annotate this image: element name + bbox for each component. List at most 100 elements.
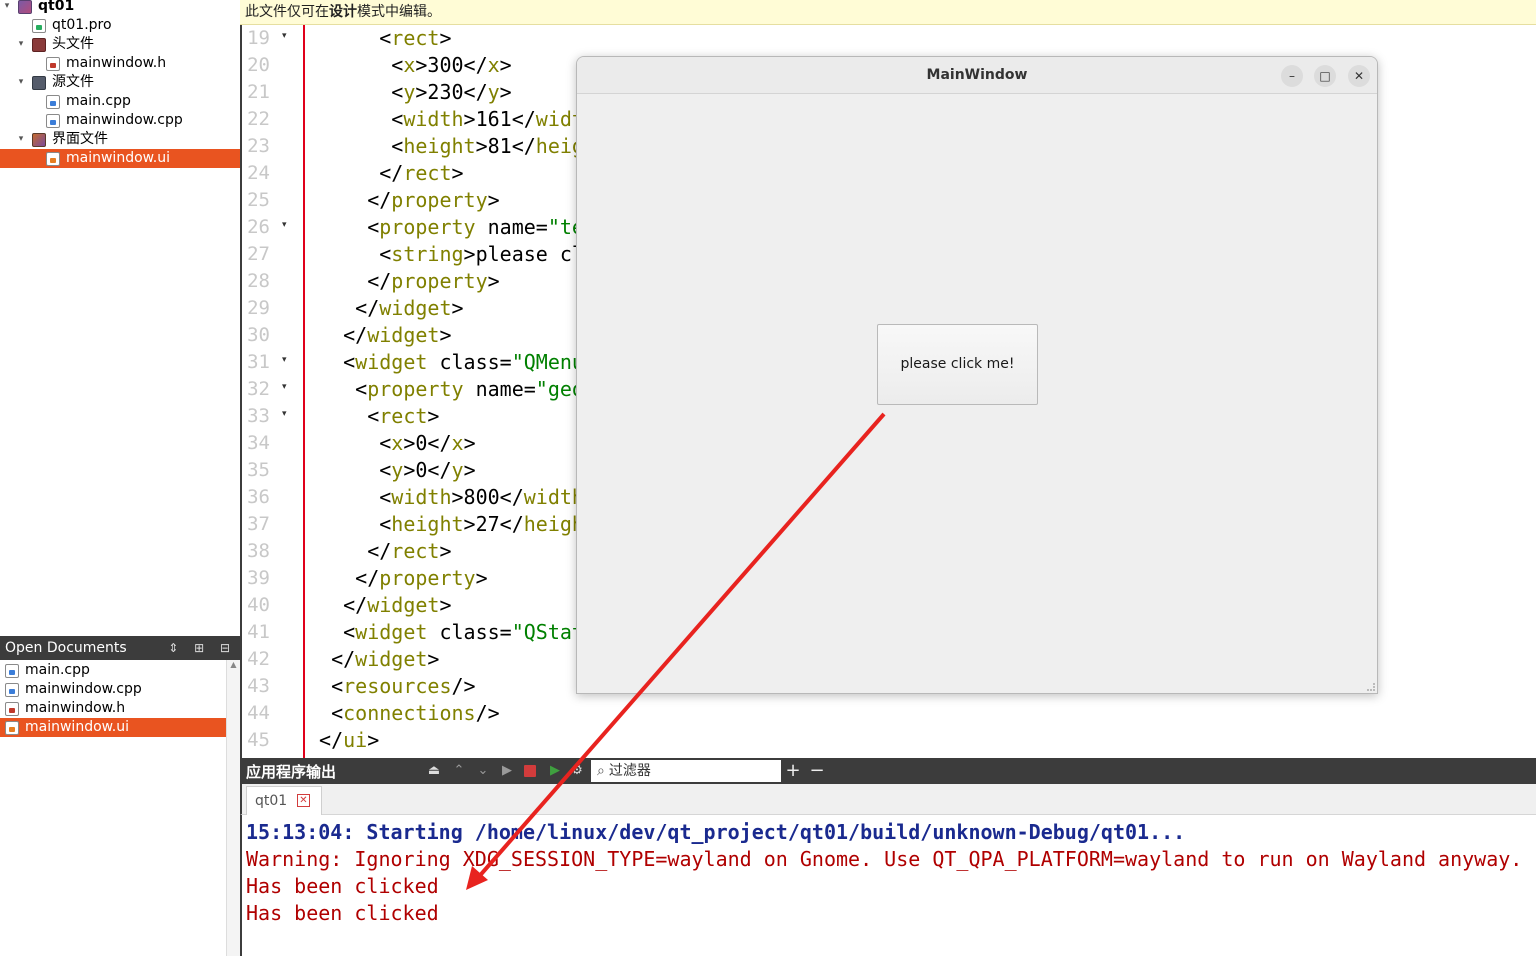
tree-item[interactable]: mainwindow.h	[0, 54, 240, 73]
expand-arrow-icon[interactable]: ▾	[16, 35, 26, 54]
tree-item[interactable]: ▾ 源文件	[0, 73, 240, 92]
minimize-button[interactable]: –	[1281, 65, 1303, 87]
open-document-item[interactable]: mainwindow.ui	[0, 718, 226, 737]
next-icon[interactable]: ⌄	[474, 762, 492, 780]
code-text: >	[367, 728, 380, 752]
code-line[interactable]: <y>0</y>	[307, 457, 475, 484]
code-text: class=	[427, 620, 512, 644]
code-line[interactable]: </rect>	[307, 160, 463, 187]
fold-arrow-icon[interactable]: ▾	[282, 382, 287, 392]
code-line[interactable]: <x>0</x>	[307, 430, 475, 457]
code-text: <	[307, 350, 356, 374]
code-line[interactable]: <y>230</y>	[307, 79, 511, 106]
fold-arrow-icon[interactable]: ▾	[282, 31, 287, 41]
code-line[interactable]: <x>300</x>	[307, 52, 511, 79]
cpp-file-icon	[46, 114, 60, 128]
fold-arrow-icon[interactable]: ▾	[282, 220, 287, 230]
open-documents-title: Open Documents	[5, 640, 127, 656]
code-line[interactable]: <width>800</width>	[307, 484, 596, 511]
main-window[interactable]: MainWindow – □ ✕ please click me!	[576, 56, 1378, 694]
tree-item[interactable]: mainwindow.cpp	[0, 111, 240, 130]
previous-icon[interactable]: ⌃	[450, 762, 468, 780]
code-line[interactable]: </rect>	[307, 538, 451, 565]
xml-tag-name: widget	[367, 593, 440, 617]
close-button[interactable]: ✕	[1348, 65, 1370, 87]
tree-item[interactable]: ▾ qt01	[0, 0, 240, 16]
open-documents-header: Open Documents ⇕ ⊞ ⊟	[0, 636, 240, 660]
output-filter-input[interactable]: ⌕ 过滤器	[591, 760, 781, 782]
code-text: <	[307, 458, 392, 482]
filter-placeholder: 过滤器	[608, 763, 651, 779]
code-line[interactable]: </property>	[307, 187, 499, 214]
please-click-me-button[interactable]: please click me!	[877, 324, 1038, 405]
expand-arrow-icon[interactable]: ▾	[16, 130, 26, 149]
code-text: </	[307, 323, 368, 347]
scroll-up-arrow-icon[interactable]: ▲	[227, 660, 240, 672]
run-icon[interactable]: ▶	[498, 762, 516, 780]
code-line[interactable]: <connections/>	[307, 700, 500, 727]
code-line[interactable]: <resources/>	[307, 673, 476, 700]
code-line[interactable]: </widget>	[307, 646, 439, 673]
code-text: >300</	[415, 53, 488, 77]
tree-item[interactable]: main.cpp	[0, 92, 240, 111]
output-message-line: Has been clicked	[246, 901, 439, 925]
code-line[interactable]: <rect>	[307, 403, 439, 430]
code-text: >800</	[451, 485, 524, 509]
code-line[interactable]: <rect>	[307, 25, 451, 52]
code-text: >161</	[463, 107, 536, 131]
line-number: 23	[247, 135, 270, 157]
open-document-item[interactable]: main.cpp	[0, 661, 226, 680]
open-document-item[interactable]: mainwindow.cpp	[0, 680, 226, 699]
code-line[interactable]: <width>161</width>	[307, 106, 608, 133]
tree-item[interactable]: ▾ 头文件	[0, 35, 240, 54]
line-number: 35	[247, 459, 270, 481]
xml-tag-name: width	[403, 107, 464, 131]
xml-tag-name: ui	[343, 728, 368, 752]
line-number: 27	[247, 243, 270, 265]
close-tab-icon[interactable]: ✕	[297, 794, 310, 807]
code-line[interactable]: </widget>	[307, 295, 463, 322]
code-line[interactable]: </widget>	[307, 322, 451, 349]
fold-arrow-icon[interactable]: ▾	[282, 409, 287, 419]
tree-item[interactable]: mainwindow.ui	[0, 149, 240, 168]
zoom-out-button[interactable]: −	[808, 762, 826, 780]
open-document-item[interactable]: mainwindow.h	[0, 699, 226, 718]
open-documents-header-icons[interactable]: ⇕ ⊞ ⊟	[168, 636, 236, 660]
expand-arrow-icon[interactable]: ▾	[2, 0, 12, 16]
xml-tag-name: y	[403, 80, 416, 104]
xml-tag-name: y	[487, 80, 500, 104]
stop-icon[interactable]	[524, 765, 536, 777]
application-output[interactable]: 15:13:04: Starting /home/linux/dev/qt_pr…	[240, 815, 1536, 956]
settings-gear-icon[interactable]: ⚙	[568, 762, 586, 780]
xml-tag-name: y	[391, 458, 404, 482]
main-window-titlebar[interactable]: MainWindow – □ ✕	[577, 57, 1377, 94]
code-text: class=	[427, 350, 512, 374]
maximize-button[interactable]: □	[1314, 65, 1336, 87]
code-line[interactable]: <height>27</height>	[307, 511, 608, 538]
tree-item[interactable]: ▾ 界面文件	[0, 130, 240, 149]
code-line[interactable]: </widget>	[307, 592, 451, 619]
design-notice-prefix: 此文件仅可在	[245, 4, 329, 20]
open-documents-scrollbar[interactable]: ▲	[226, 660, 240, 956]
attach-icon[interactable]: ⏏	[425, 762, 443, 780]
debug-run-icon[interactable]: ▶	[546, 762, 564, 780]
tab-qt01[interactable]: qt01 ✕	[246, 786, 322, 815]
code-line[interactable]: </ui>	[307, 727, 379, 754]
code-text: <	[307, 512, 392, 536]
zoom-in-button[interactable]: +	[784, 762, 802, 780]
fold-margin[interactable]: ▾ ▾ ▾ ▾ ▾	[272, 25, 305, 758]
tree-item[interactable]: qt01.pro	[0, 16, 240, 35]
code-text: <	[307, 404, 380, 428]
code-text: >0</	[403, 431, 452, 455]
xml-tag-name: property	[379, 215, 476, 239]
fold-arrow-icon[interactable]: ▾	[282, 355, 287, 365]
line-number: 43	[247, 675, 270, 697]
code-line[interactable]: </property>	[307, 565, 487, 592]
resize-grip-icon[interactable]	[1367, 683, 1375, 691]
code-text: </	[307, 296, 380, 320]
code-text: <	[307, 242, 392, 266]
code-line[interactable]: </property>	[307, 268, 499, 295]
expand-arrow-icon[interactable]: ▾	[16, 73, 26, 92]
code-line[interactable]: <height>81</height>	[307, 133, 620, 160]
tree-item-label: 源文件	[52, 74, 94, 90]
